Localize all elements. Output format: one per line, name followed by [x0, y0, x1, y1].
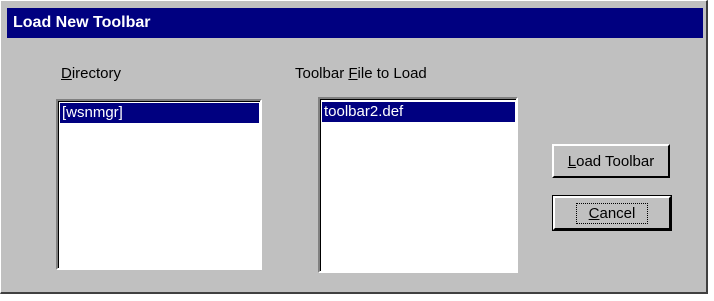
load-toolbar-button[interactable]: Load Toolbar	[552, 144, 670, 178]
title-bar[interactable]: Load New Toolbar	[7, 8, 703, 38]
directory-item-wsnmgr[interactable]: [wsnmgr]	[60, 103, 259, 123]
window-title: Load New Toolbar	[13, 14, 151, 31]
load-toolbar-dialog: Load New Toolbar Directory [wsnmgr] Tool…	[0, 0, 708, 294]
toolbar-file-label: Toolbar File to Load	[295, 65, 427, 82]
directory-label: Directory	[61, 65, 122, 82]
toolbar-file-listbox[interactable]: toolbar2.def	[318, 97, 518, 273]
cancel-button[interactable]: Cancel	[552, 195, 672, 231]
directory-listbox[interactable]: [wsnmgr]	[56, 99, 262, 270]
toolbar-file-item[interactable]: toolbar2.def	[322, 102, 515, 122]
